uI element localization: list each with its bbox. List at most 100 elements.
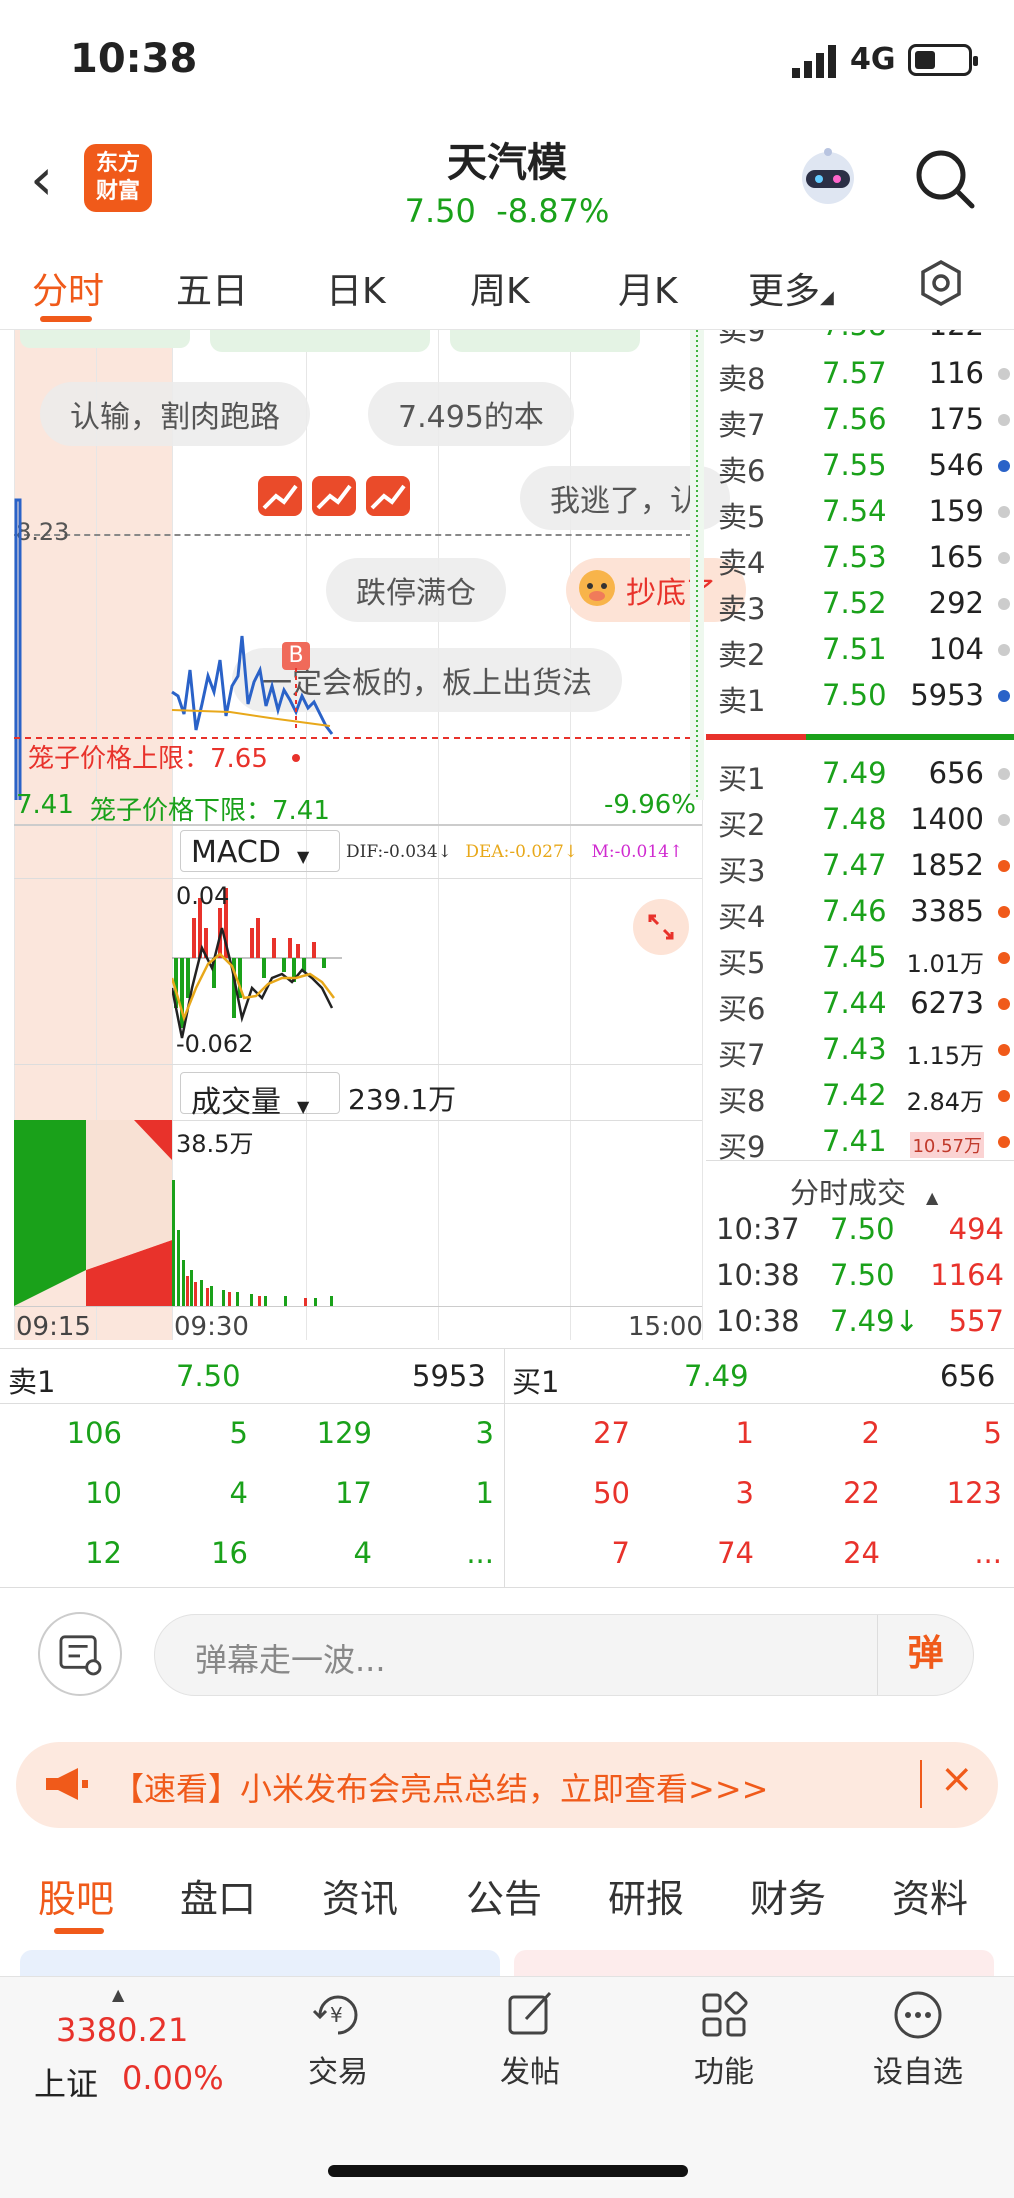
sell-level-row[interactable]: 卖5 7.54 159 [706, 488, 1014, 534]
level-label: 卖3 [718, 592, 766, 626]
tab-research[interactable]: 研报 [608, 1868, 684, 1923]
level-dot [998, 368, 1010, 380]
sell-level-row[interactable]: 卖6 7.55 546 [706, 442, 1014, 488]
search-icon[interactable] [914, 148, 976, 210]
chart-tabs: 分时 五日 日K 周K 月K 更多◢ [0, 238, 1014, 330]
danmu-send-button[interactable]: 弹 [877, 1615, 973, 1695]
volume-selector[interactable]: 成交量 ▼ [180, 1072, 340, 1120]
tab-week-k[interactable]: 周K [470, 262, 530, 314]
danmu-settings-icon[interactable] [38, 1612, 122, 1696]
close-icon[interactable]: × [940, 1756, 974, 1802]
buy-level-row[interactable]: 买1 7.49 656 [706, 750, 1014, 796]
macd-values: DIF:-0.034↓ DEA:-0.027↓ M:-0.014↑ [346, 842, 683, 862]
buy-level-row[interactable]: 买8 7.42 2.84万 [706, 1072, 1014, 1118]
buy-queue-cell: 1 [735, 1416, 754, 1450]
tab-five-day[interactable]: 五日 [176, 262, 248, 314]
macd-label: MACD [191, 835, 281, 870]
stock-price: 7.50 [404, 192, 476, 230]
sell-level-row[interactable]: 卖4 7.53 165 [706, 534, 1014, 580]
robot-assistant-icon[interactable] [792, 144, 864, 210]
divider [14, 878, 702, 879]
index-name[interactable]: 上证 [34, 2059, 98, 2105]
buy-queue-cell: 2 [861, 1416, 880, 1450]
card-peek [514, 1950, 994, 1976]
level-price: 7.53 [822, 540, 887, 574]
time-start: 09:15 [16, 1312, 91, 1342]
buy-queue-cell: ... [974, 1536, 1002, 1570]
tab-news[interactable]: 资讯 [322, 1868, 398, 1923]
sell-queue-cell: 4 [353, 1536, 372, 1570]
functions-button[interactable]: 功能 [664, 1987, 784, 2091]
tab-pankou[interactable]: 盘口 [180, 1868, 256, 1923]
level-price: 7.52 [822, 586, 887, 620]
tab-finance[interactable]: 财务 [750, 1868, 826, 1923]
danmu-input[interactable]: 弹幕走一波... 弹 [154, 1614, 974, 1696]
battery-icon [908, 44, 978, 76]
level-label: 买3 [718, 854, 766, 888]
level-dot [998, 860, 1010, 872]
level-dot [998, 952, 1010, 964]
info-tabs: 股吧 盘口 资讯 公告 研报 财务 资料 [0, 1848, 1014, 1938]
trade-volume: 557 [948, 1304, 1004, 1338]
tab-more[interactable]: 更多◢ [748, 262, 834, 314]
bottom-toolbar: ▲ 3380.21 上证 0.00% ¥ 交易 发帖 功能 设自选 [0, 1976, 1014, 2198]
tab-profile[interactable]: 资料 [892, 1868, 968, 1923]
buy-level-row[interactable]: 买2 7.48 1400 [706, 796, 1014, 842]
buy-level-row[interactable]: 买7 7.43 1.15万 [706, 1026, 1014, 1072]
level-volume: 3385 [910, 894, 984, 928]
queue-sell-label: 卖1 [8, 1365, 56, 1399]
more-dots-icon [894, 1991, 942, 2039]
buy-level-row[interactable]: 买6 7.44 6273 [706, 980, 1014, 1026]
buy-level-row[interactable]: 买3 7.47 1852 [706, 842, 1014, 888]
danmu-placeholder: 弹幕走一波... [195, 1641, 386, 1679]
trade-price: 7.50 [830, 1258, 895, 1292]
buy-ratio-bar [806, 734, 1014, 740]
level-volume: 6273 [910, 986, 984, 1020]
promo-banner[interactable]: 【速看】小米发布会亮点总结，立即查看>>> × [16, 1742, 998, 1828]
level-dot [998, 552, 1010, 564]
macd-selector[interactable]: MACD ▼ [180, 830, 340, 872]
add-watchlist-button[interactable]: 设自选 [858, 1987, 978, 2091]
sell-level-row[interactable]: 卖8 7.57 116 [706, 350, 1014, 396]
level-price: 7.46 [822, 894, 887, 928]
queue-sell-price: 7.50 [176, 1359, 241, 1393]
level-volume: 165 [928, 540, 984, 574]
buy-level-row[interactable]: 买4 7.46 3385 [706, 888, 1014, 934]
tab-intraday[interactable]: 分时 [32, 262, 104, 314]
level-price: 7.49 [822, 756, 887, 790]
tab-day-k[interactable]: 日K [326, 262, 386, 314]
index-value[interactable]: 3380.21 [56, 2011, 188, 2049]
level-price: 7.55 [822, 448, 887, 482]
level-label: 卖1 [718, 684, 766, 718]
megaphone-icon [46, 1768, 88, 1800]
expand-icon[interactable] [632, 898, 690, 956]
sell-queue-cell: 4 [229, 1476, 248, 1510]
trade-row: 10:38 7.50 1164 [706, 1258, 1014, 1302]
index-change[interactable]: 0.00% [122, 2059, 224, 2097]
sell-queue-cell: 3 [475, 1416, 494, 1450]
intraday-chart[interactable]: 8.23 认输，割肉跑路 7.495的本 我逃了，认 跌停满仓 抄底了 一定会板… [0, 330, 746, 1348]
trade-button[interactable]: ¥ 交易 [278, 1987, 398, 2091]
buy-level-row[interactable]: 买5 7.45 1.01万 [706, 934, 1014, 980]
tab-guba[interactable]: 股吧 [38, 1868, 114, 1923]
sell-queue-cell: ... [466, 1536, 494, 1570]
level-price: 7.47 [822, 848, 887, 882]
tab-month-k[interactable]: 月K [618, 262, 678, 314]
trade-price: 7.49↓ [830, 1304, 919, 1338]
divider [14, 824, 702, 826]
trade-ticks[interactable]: 分时成交 ▲ 10:37 7.50 494 10:38 7.50 1164 10:38 7.49… [706, 1166, 1014, 1348]
post-button[interactable]: 发帖 [470, 1987, 590, 2091]
settings-gear-icon[interactable] [918, 260, 964, 306]
sell-queue-cell: 106 [66, 1416, 122, 1450]
add-watchlist-label: 设自选 [873, 2055, 963, 2090]
buy-level-row[interactable]: 买9 7.41 10.57万 [706, 1118, 1014, 1164]
level-label: 买2 [718, 808, 766, 842]
sell-level-row[interactable]: 卖2 7.51 104 [706, 626, 1014, 672]
sell-level-row[interactable]: 卖7 7.56 175 [706, 396, 1014, 442]
sell-level-row[interactable]: 卖3 7.52 292 [706, 580, 1014, 626]
tab-announcements[interactable]: 公告 [466, 1868, 542, 1923]
level-label: 买5 [718, 946, 766, 980]
level-volume: 656 [928, 756, 984, 790]
sell-level-row[interactable]: 卖1 7.50 5953 [706, 672, 1014, 718]
trade-volume: 1164 [930, 1258, 1004, 1292]
